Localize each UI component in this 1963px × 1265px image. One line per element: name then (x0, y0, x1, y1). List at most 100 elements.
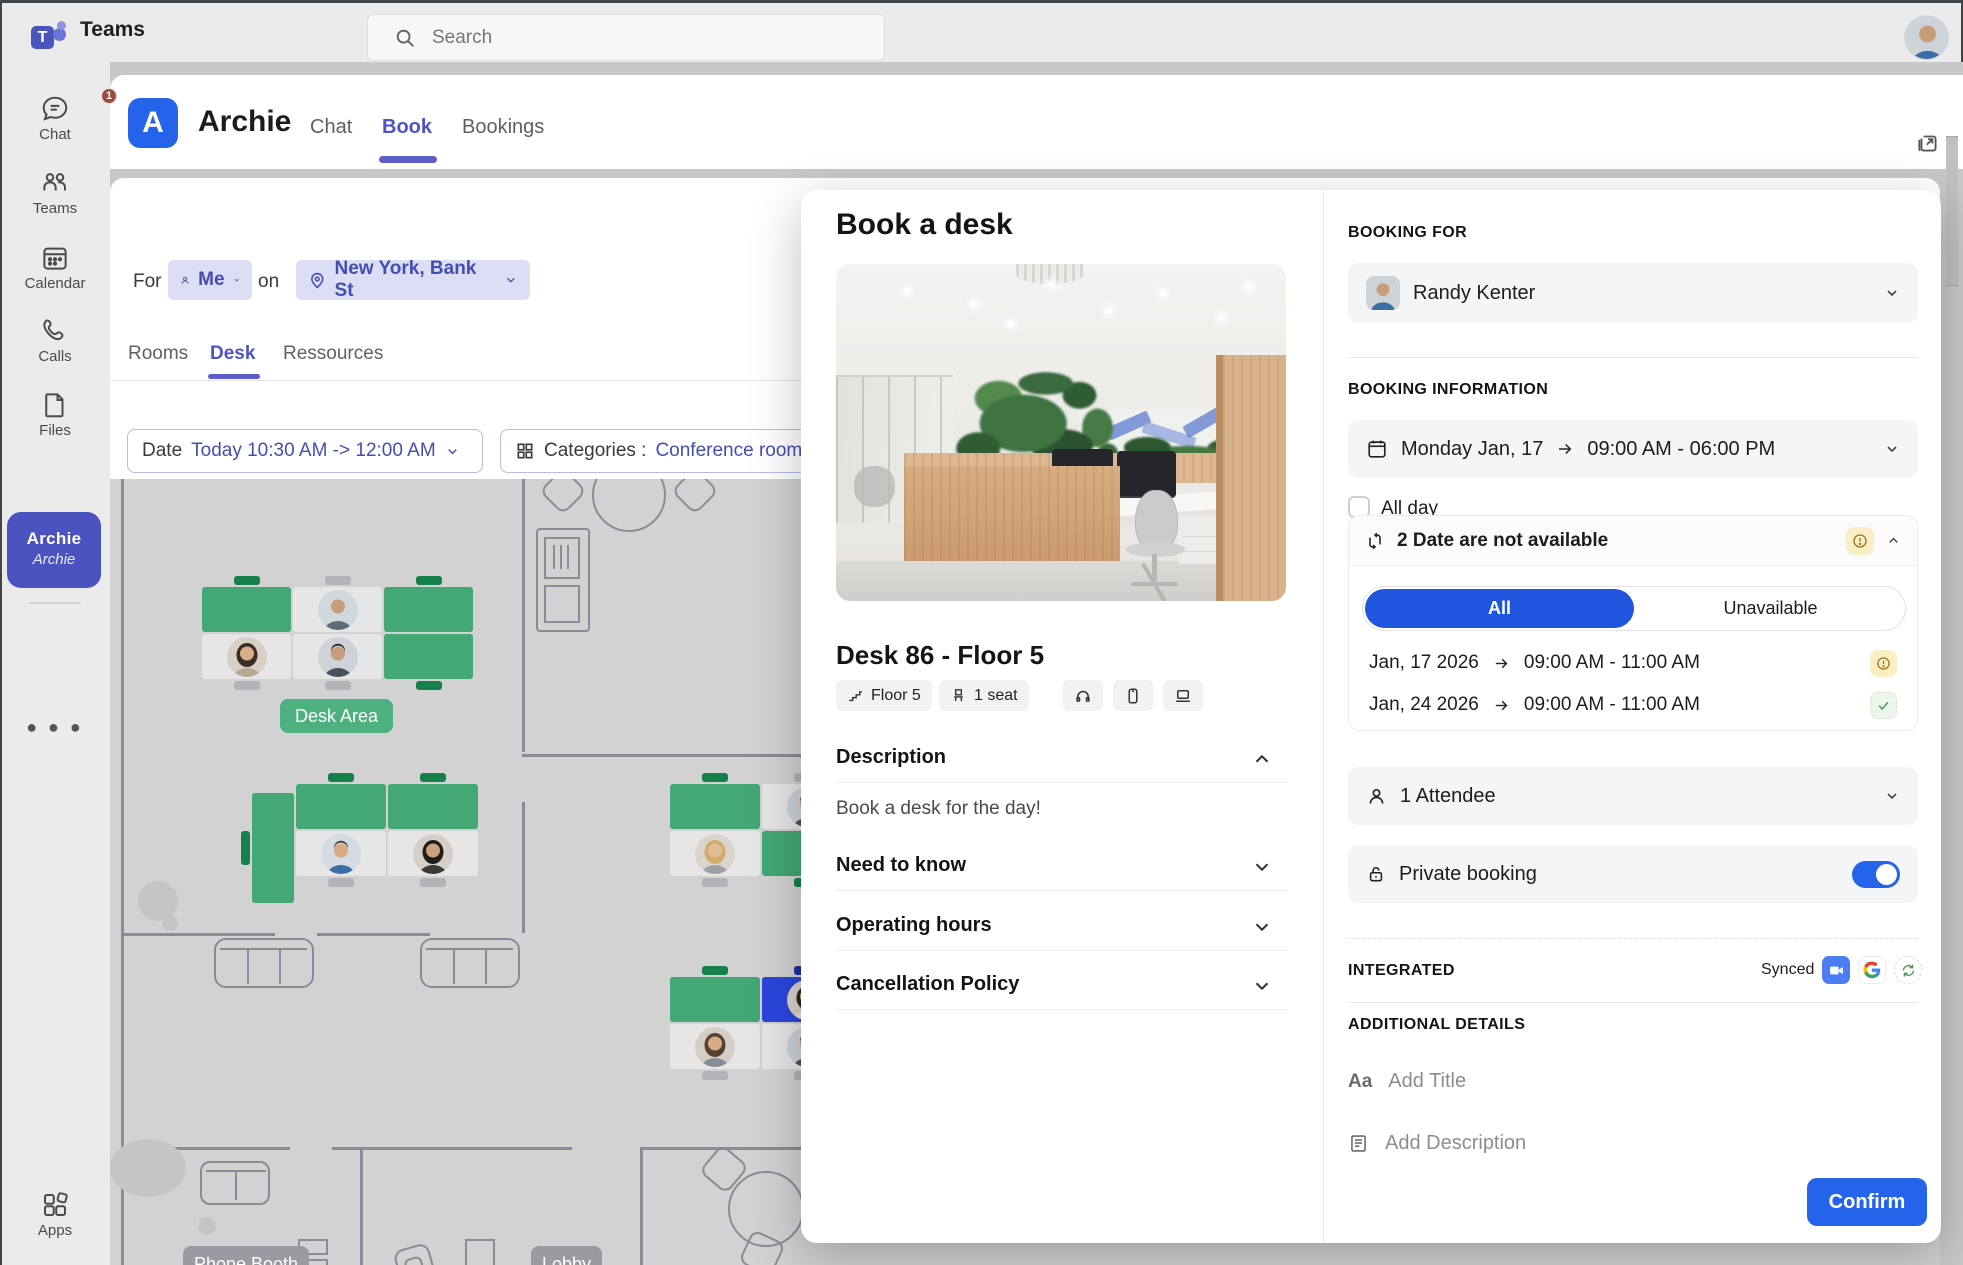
chevron-down-icon[interactable] (1251, 975, 1273, 997)
desk-available[interactable] (384, 634, 473, 679)
top-bar: T Teams (0, 0, 1963, 62)
booking-for-dropdown[interactable]: Randy Kenter (1348, 263, 1918, 323)
desk-available[interactable] (384, 587, 473, 632)
reception-desk (465, 1239, 495, 1265)
headphones-icon (1074, 687, 1092, 705)
operating-hours-section-header[interactable]: Operating hours (836, 914, 992, 937)
tab-bookings[interactable]: Bookings (462, 116, 544, 139)
window-edge (0, 0, 1963, 3)
location-pin-icon (308, 271, 327, 290)
search-bar[interactable] (367, 14, 885, 61)
active-view-underline (208, 374, 260, 379)
chair-tab (234, 576, 260, 585)
floor-badge: Floor 5 (836, 680, 932, 711)
sidebar-item-apps[interactable]: Apps (0, 1190, 110, 1239)
description-section-header[interactable]: Description (836, 746, 946, 769)
occupant-avatar (321, 834, 361, 874)
occupant-avatar (413, 834, 453, 874)
chair (539, 479, 587, 515)
sidebar-item-archie-active[interactable]: Archie Archie (7, 512, 101, 588)
sidebar-item-calendar[interactable]: Calendar (0, 243, 110, 292)
blob (198, 1217, 216, 1235)
user-avatar[interactable] (1904, 15, 1949, 60)
scrollbar-thumb[interactable] (1946, 136, 1958, 286)
chair-tab (234, 681, 260, 690)
desk-available[interactable] (670, 784, 760, 829)
sidebar-item-files[interactable]: Files (0, 390, 110, 439)
date-time-dropdown[interactable]: Monday Jan, 17 09:00 AM - 06:00 PM (1348, 420, 1918, 478)
date-filter-button[interactable]: Date Today 10:30 AM -> 12:00 AM (127, 429, 483, 473)
wall (522, 802, 525, 933)
laptop-icon (1174, 687, 1192, 705)
chair (671, 479, 719, 515)
open-in-new-window-icon[interactable] (1915, 130, 1941, 156)
sofa (214, 938, 314, 988)
seat-badge: 1 seat (939, 680, 1029, 711)
on-label: on (258, 271, 279, 293)
sidebar-item-calls[interactable]: Calls (0, 316, 110, 365)
more-apps-button[interactable]: ● ● ● (0, 717, 110, 738)
occupant-avatar (227, 637, 267, 677)
wall (317, 933, 430, 936)
confirm-button[interactable]: Confirm (1807, 1178, 1927, 1226)
sidebar-item-teams[interactable]: Teams (0, 168, 110, 217)
location-dropdown[interactable]: New York, Bank St (296, 260, 530, 300)
wall (640, 1147, 643, 1265)
desk-name: Desk 86 - Floor 5 (836, 640, 1044, 671)
attendee-dropdown[interactable]: 1 Attendee (1348, 767, 1918, 825)
sync-refresh-icon[interactable] (1894, 956, 1922, 984)
stairs-icon (847, 687, 864, 704)
chevron-down-icon (1884, 788, 1900, 804)
desk-available[interactable] (296, 784, 386, 829)
chair-tab (702, 966, 728, 975)
occupant-avatar (695, 1027, 735, 1067)
chevron-down-icon (504, 273, 518, 287)
segment-all[interactable]: All (1365, 589, 1634, 628)
view-tab-desk[interactable]: Desk (210, 343, 255, 365)
tab-chat[interactable]: Chat (310, 116, 352, 139)
desk-available[interactable] (670, 977, 760, 1022)
chevron-down-icon (1884, 441, 1900, 457)
chevron-up-icon[interactable] (1251, 748, 1273, 770)
warning-badge (1870, 650, 1897, 677)
left-rail: 1 Chat Teams Calendar Calls Fil (0, 62, 110, 1265)
private-booking-toggle[interactable] (1852, 861, 1900, 888)
tab-book[interactable]: Book (382, 116, 432, 139)
view-tab-rooms[interactable]: Rooms (128, 343, 188, 365)
chair-tab (241, 831, 250, 865)
conflict-row: Jan, 24 2026 09:00 AM - 11:00 AM (1349, 684, 1917, 726)
book-a-desk-modal: Book a desk (801, 190, 1941, 1243)
for-me-dropdown[interactable]: Me (168, 260, 252, 300)
booking-for-heading: BOOKING FOR (1348, 224, 1467, 242)
need-to-know-section-header[interactable]: Need to know (836, 854, 966, 877)
occupant-avatar (318, 637, 358, 677)
desk-available[interactable] (388, 784, 478, 829)
arrow-right-icon (1493, 655, 1510, 672)
chevron-up-icon[interactable] (1886, 533, 1901, 548)
chair-tab (420, 773, 446, 782)
synced-label: Synced (1761, 961, 1814, 979)
chair-tab (325, 576, 351, 585)
segment-unavailable[interactable]: Unavailable (1636, 587, 1905, 630)
smartphone-amenity-badge (1113, 680, 1153, 711)
chair-tab (702, 878, 728, 887)
for-label: For (133, 271, 162, 293)
categories-filter-button[interactable]: Categories : Conference room (500, 429, 830, 473)
round-table (592, 479, 666, 532)
chevron-down-icon (1884, 285, 1900, 301)
desk-available[interactable] (252, 793, 294, 903)
add-title-field[interactable]: Aa Add Title (1348, 1070, 1466, 1093)
chevron-down-icon[interactable] (1251, 916, 1273, 938)
sidebar-item-chat[interactable]: 1 Chat (0, 94, 110, 143)
cancellation-policy-section-header[interactable]: Cancellation Policy (836, 973, 1019, 996)
desk-available[interactable] (202, 587, 291, 632)
phone-icon (40, 316, 70, 346)
search-input[interactable] (430, 15, 860, 60)
booking-panel: BOOKING FOR Randy Kenter BOOKING INFORMA… (1323, 190, 1941, 1243)
chair-tab (328, 773, 354, 782)
unavailable-dates-header[interactable]: 2 Date are not available (1349, 516, 1917, 566)
add-description-field[interactable]: Add Description (1348, 1132, 1526, 1155)
headphones-amenity-badge (1063, 680, 1103, 711)
chevron-down-icon[interactable] (1251, 856, 1273, 878)
view-tab-ressources[interactable]: Ressources (283, 343, 383, 365)
